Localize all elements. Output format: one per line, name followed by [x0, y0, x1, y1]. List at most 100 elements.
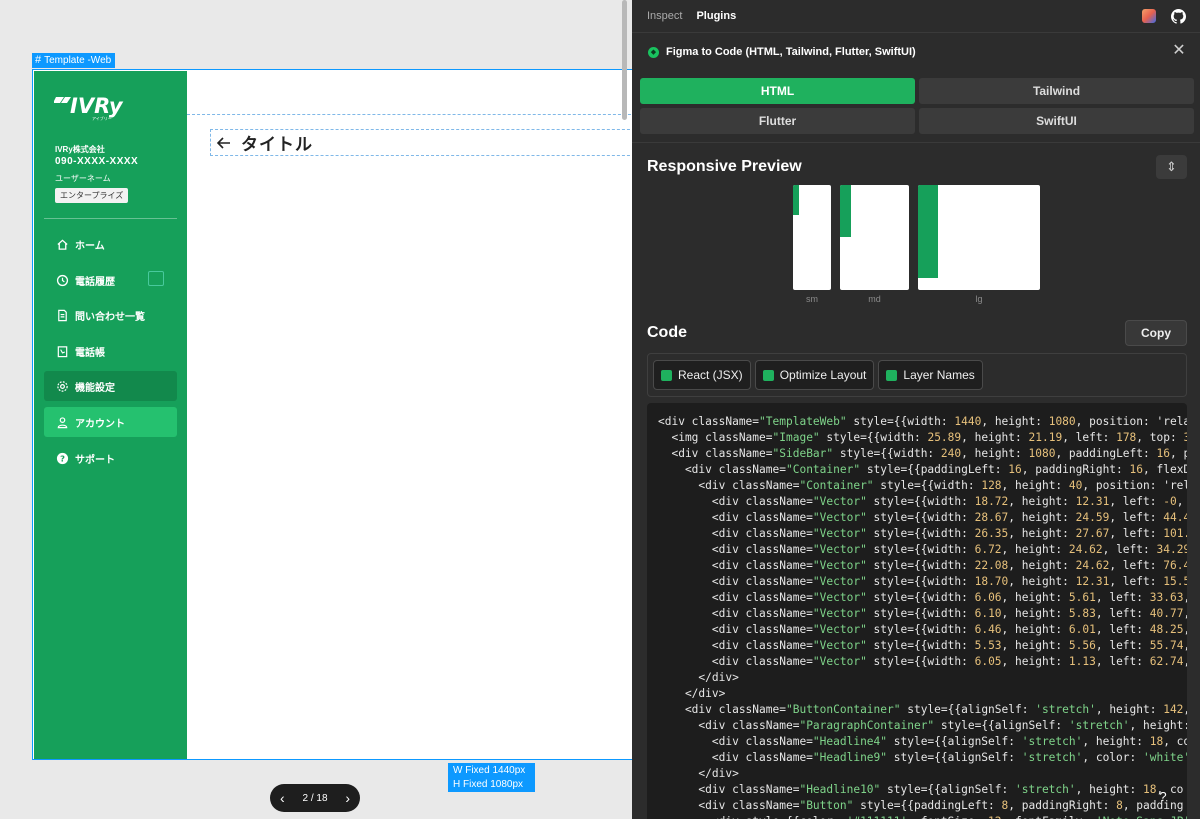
tab-inspect[interactable]: Inspect [647, 10, 682, 22]
user-icon [57, 416, 68, 428]
template-web-frame[interactable]: IVRy アイブリー IVRy株式会社 090-XXXX-XXXX ユーザーネー… [32, 69, 632, 760]
design-canvas[interactable]: # Template -Web IVRy アイブリー IVRy株式会社 090-… [0, 0, 632, 819]
sidebar-item-label: 問い合わせ一覧 [75, 311, 145, 323]
sidebar-item-home[interactable]: ホーム [44, 229, 177, 259]
code-line: <div className="Vector" style={{width: 5… [658, 639, 1187, 652]
option-react-jsx[interactable]: React (JSX) [653, 360, 751, 390]
sidebar-divider [44, 218, 177, 219]
code-line: <div className="ButtonContainer" style={… [658, 703, 1187, 716]
code-line: <div className="Vector" style={{width: 6… [658, 623, 1187, 636]
logo-subtext: アイブリー [92, 115, 112, 121]
sidebar-item-label: 電話帳 [75, 347, 105, 359]
code-line: </div> [658, 687, 726, 700]
page-indicator: 2 / 18 [302, 792, 328, 804]
code-line: <div className="Container" style={{paddi… [658, 463, 1187, 476]
width-label: W Fixed 1440px [453, 765, 526, 776]
mode-flutter-button[interactable]: Flutter [640, 108, 915, 134]
code-line: <div className="Vector" style={{width: 2… [658, 511, 1187, 524]
ivry-logo: IVRy アイブリー [54, 94, 124, 121]
canvas-scrollbar[interactable] [622, 0, 627, 120]
frame-pager: ‹ 2 / 18 › [270, 784, 360, 812]
right-panel: Inspect Plugins ◆ Figma to Code (HTML, T… [632, 0, 1200, 819]
sidebar-item-label: 電話履歴 [75, 276, 115, 288]
code-title: Code [647, 324, 687, 341]
code-line: <div className="Vector" style={{width: 2… [658, 527, 1187, 540]
preview-sm [793, 185, 831, 290]
copy-button[interactable]: Copy [1125, 320, 1187, 346]
code-line: <div className="Headline4" style={{align… [658, 735, 1187, 748]
code-line: <div className="Button" style={{paddingL… [658, 799, 1184, 812]
page-title: タイトル [241, 135, 313, 154]
prev-page-icon[interactable]: ‹ [280, 790, 285, 806]
mode-html-button[interactable]: HTML [640, 78, 915, 104]
code-line: </div> [658, 767, 739, 780]
code-line: <div className="Vector" style={{width: 6… [658, 543, 1187, 556]
home-icon [57, 238, 68, 250]
header-area [187, 71, 632, 115]
company-name: IVRy株式会社 [55, 145, 105, 154]
sidebar-item-inquiries[interactable]: 問い合わせ一覧 [44, 300, 177, 330]
next-page-icon[interactable]: › [345, 790, 350, 806]
panel-divider [632, 142, 1200, 143]
option-layer-names[interactable]: Layer Names [878, 360, 983, 390]
output-mode-grid: HTML Tailwind Flutter SwiftUI [640, 78, 1194, 134]
sidebar-item-support[interactable]: ? サポート [44, 443, 177, 473]
user-name: ユーザーネーム [55, 174, 111, 183]
code-options: React (JSX) Optimize Layout Layer Names [647, 353, 1187, 397]
expand-preview-icon[interactable]: ⇕ [1156, 155, 1187, 179]
responsive-preview-title: Responsive Preview [647, 158, 802, 175]
github-icon[interactable] [1171, 9, 1186, 24]
help-button[interactable]: ? [1153, 786, 1173, 806]
frame-label[interactable]: # Template -Web [32, 53, 116, 68]
sidebar-item-label: ホーム [75, 240, 105, 252]
code-line: </div> [658, 671, 739, 684]
frame-label-text: Template -Web [44, 55, 112, 66]
close-icon[interactable]: ✕ [1172, 43, 1186, 59]
mode-swiftui-button[interactable]: SwiftUI [919, 108, 1194, 134]
checkbox-icon [661, 369, 672, 381]
code-line: <div className="SideBar" style={{width: … [658, 447, 1187, 460]
checkbox-icon [886, 369, 898, 381]
svg-text:?: ? [60, 453, 65, 463]
height-label: H Fixed 1080px [453, 779, 524, 790]
mode-tailwind-button[interactable]: Tailwind [919, 78, 1194, 104]
code-line: <div className="Vector" style={{width: 1… [658, 575, 1187, 588]
sidebar-item-label: アカウント [75, 418, 125, 430]
phonebook-icon [57, 345, 68, 357]
sidebar-item-phonebook[interactable]: 電話帳 [44, 336, 177, 366]
checkbox-icon [762, 369, 774, 381]
plugin-app-icon[interactable] [1142, 9, 1156, 23]
plugin-status-icon: ◆ [648, 46, 659, 58]
option-label: Layer Names [903, 368, 975, 382]
preview-label-lg: lg [975, 294, 983, 304]
phone-number: 090-XXXX-XXXX [55, 156, 139, 167]
tab-plugins[interactable]: Plugins [696, 10, 736, 22]
preview-lg [918, 185, 1040, 290]
code-line: <div style={{color: '#111111', fontSize:… [658, 814, 1187, 819]
code-output[interactable]: <div className="TemplateWeb" style={{wid… [647, 403, 1187, 819]
plugin-title: Figma to Code (HTML, Tailwind, Flutter, … [666, 46, 916, 58]
plan-badge: エンタープライズ [55, 188, 129, 203]
code-line: <div className="Container" style={{width… [658, 479, 1187, 492]
back-arrow-icon[interactable] [215, 134, 233, 152]
title-row: タイトル [210, 129, 632, 156]
sidebar-item-feature-settings[interactable]: 機能設定 [44, 371, 177, 401]
logo-text: IVRy [70, 94, 124, 118]
option-label: Optimize Layout [779, 368, 867, 382]
clock-icon [56, 274, 69, 286]
option-optimize-layout[interactable]: Optimize Layout [754, 360, 875, 390]
code-line: <div className="Vector" style={{width: 2… [658, 559, 1187, 572]
document-icon [58, 309, 67, 321]
sidebar-item-label: 機能設定 [75, 382, 115, 394]
preview-md [840, 185, 909, 290]
code-line: <div className="ParagraphContainer" styl… [658, 719, 1187, 732]
selection-box [148, 271, 164, 286]
panel-tabs: Inspect Plugins [632, 0, 1200, 33]
help-icon: ? [56, 452, 69, 464]
preview-label-sm: sm [806, 294, 818, 304]
gear-icon [57, 380, 68, 392]
preview-label-md: md [868, 294, 881, 304]
sidebar-item-account[interactable]: アカウント [44, 407, 177, 437]
frame-hash-icon: # [35, 54, 42, 66]
code-line: <div className="TemplateWeb" style={{wid… [658, 415, 1187, 428]
